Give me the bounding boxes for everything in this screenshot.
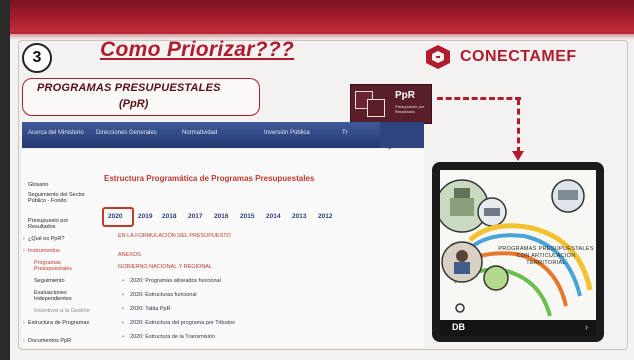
ppr-square-icon — [367, 99, 385, 117]
slide-title: Como Priorizar??? — [100, 38, 295, 61]
presentation-slide: 3 Como Priorizar??? PROGRAMAS PRESUPUEST… — [0, 0, 634, 360]
navbar-extension — [380, 122, 424, 148]
section-anexos: ANEXOS — [118, 252, 141, 258]
nav-item[interactable]: Tr — [342, 130, 347, 136]
cover-illustration — [440, 179, 593, 317]
arrow-down-icon — [512, 151, 524, 161]
sidebar-item-evaluaciones[interactable]: Evaluaciones Independientes — [34, 290, 92, 302]
sidebar-item-que-es-ppr[interactable]: ¿Qué es PpR? — [28, 236, 94, 242]
year-link[interactable]: 2019 — [138, 213, 152, 220]
year-link[interactable]: 2013 — [292, 213, 306, 220]
year-link[interactable]: 2015 — [240, 213, 254, 220]
step-number: 3 — [22, 43, 52, 73]
sidebar-item-programas[interactable]: Programas Presupuestales — [34, 260, 92, 272]
tablet-screen: PROGRAMAS PRESUPUESTALES CON ARTICULACIÓ… — [440, 170, 596, 320]
sidebar-item-documentos[interactable]: Documentos PpR — [28, 338, 94, 344]
content-title: Estructura Programática de Programas Pre… — [104, 174, 315, 183]
slide-edge — [0, 0, 10, 360]
subject-box: PROGRAMAS PRESUPUESTALES (PpR) — [22, 78, 260, 116]
year-link[interactable]: 2018 — [162, 213, 176, 220]
list-item[interactable]: 2020: Estructura de la Transmisión — [130, 334, 215, 340]
nav-item[interactable]: Normatividad — [182, 130, 217, 136]
year-link[interactable]: 2012 — [318, 213, 332, 220]
year-link[interactable]: 2014 — [266, 213, 280, 220]
sidebar-item-estructura[interactable]: Estructura de Programas — [28, 320, 94, 326]
year-link[interactable]: 2017 — [188, 213, 202, 220]
website-sidebar: Glosario Seguimiento del Sector Público … — [22, 178, 96, 346]
sidebar-item-ppr[interactable]: Presupuesto por Resultados — [28, 218, 94, 230]
list-item[interactable]: 2020: Estructuras funcional — [130, 292, 197, 298]
sidebar-item-instrumentos[interactable]: Instrumentos — [28, 248, 94, 254]
connector-dash — [437, 97, 521, 100]
sidebar-item-incentivos[interactable]: Incentivos a la Gestión — [34, 308, 100, 314]
sidebar-item-seguimiento[interactable]: Seguimiento — [34, 278, 100, 284]
website-navbar: Acerca del Ministerio Direcciones Genera… — [22, 122, 380, 148]
tablet-mockup: PROGRAMAS PRESUPUESTALES CON ARTICULACIÓ… — [432, 162, 604, 342]
tablet-footer: DB › — [440, 320, 596, 336]
chevron-right-icon: › — [585, 322, 588, 332]
subject-abbreviation: (PpR) — [119, 98, 149, 110]
ppr-sublabel: Presupuesto por Resultados — [395, 104, 425, 114]
sidebar-item-seguimiento-sector[interactable]: Seguimiento del Sector Público - Fondo — [28, 192, 94, 204]
website-page: Glosario Seguimiento del Sector Público … — [22, 150, 424, 348]
subject-title: PROGRAMAS PRESUPUESTALES — [37, 82, 221, 94]
nav-item[interactable]: Direcciones Generales — [96, 130, 157, 136]
list-item[interactable]: 2020: Programas alineados funcional — [130, 278, 221, 284]
connector-dash — [517, 99, 520, 153]
cover-title: PROGRAMAS PRESUPUESTALES CON ARTICULACIÓ… — [498, 246, 594, 266]
publisher-logo: DB — [452, 322, 465, 332]
year-link[interactable]: 2020 — [108, 213, 122, 220]
header-band — [0, 0, 634, 40]
nav-item[interactable]: Acerca del Ministerio — [28, 130, 84, 136]
sidebar-item-glosario[interactable]: Glosario — [28, 182, 94, 188]
list-item[interactable]: 2020: Tabla PpR — [130, 306, 171, 312]
nav-item[interactable]: Inversión Pública — [264, 130, 310, 136]
year-link[interactable]: 2016 — [214, 213, 228, 220]
ppr-label: PpR — [395, 90, 415, 101]
section-gobierno: GOBIERNO NACIONAL Y REGIONAL — [118, 264, 213, 270]
formulation-link[interactable]: EN LA FORMULACIÓN DEL PRESUPUESTO — [118, 233, 231, 239]
list-item[interactable]: 2020: Estructura del programa por Tribut… — [130, 320, 235, 326]
brand-name: CONECTAMEF — [460, 48, 577, 65]
ppr-badge: PpR Presupuesto por Resultados — [350, 84, 432, 124]
brand-mark-icon — [422, 43, 454, 71]
brand-logo: CONECTAMEF — [422, 42, 618, 72]
